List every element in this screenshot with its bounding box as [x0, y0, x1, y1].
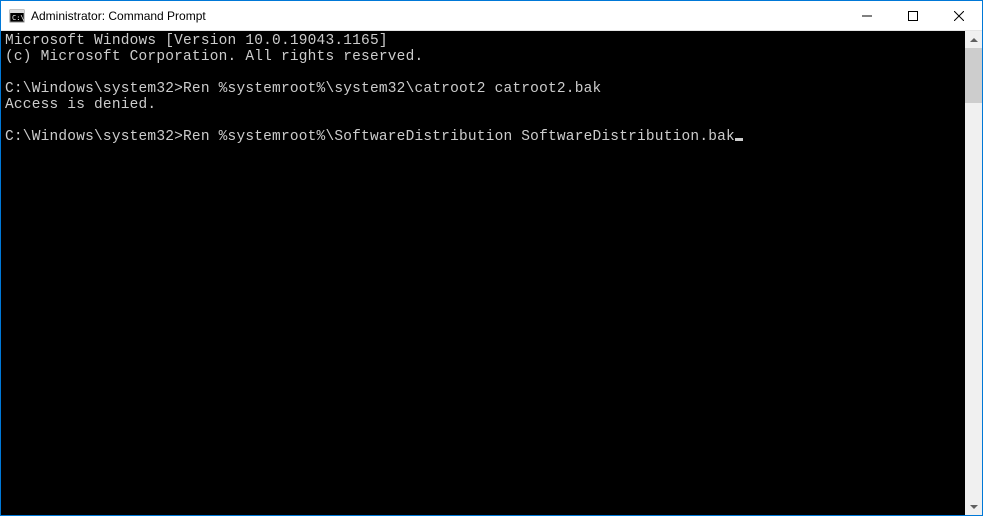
cmd-icon: C:\	[9, 8, 25, 24]
scroll-up-button[interactable]	[965, 31, 982, 48]
scroll-thumb[interactable]	[965, 48, 982, 103]
window-controls	[844, 1, 982, 30]
window-title: Administrator: Command Prompt	[31, 9, 844, 23]
terminal-area: Microsoft Windows [Version 10.0.19043.11…	[1, 31, 982, 515]
close-button[interactable]	[936, 1, 982, 30]
maximize-button[interactable]	[890, 1, 936, 30]
terminal-line: Microsoft Windows [Version 10.0.19043.11…	[5, 33, 388, 49]
terminal-output: Access is denied.	[5, 97, 156, 113]
window: C:\ Administrator: Command Prompt Micros…	[1, 1, 982, 515]
titlebar[interactable]: C:\ Administrator: Command Prompt	[1, 1, 982, 31]
terminal-prompt: C:\Windows\system32>	[5, 129, 183, 145]
text-cursor	[735, 138, 743, 141]
terminal-command: Ren %systemroot%\SoftwareDistribution So…	[183, 129, 735, 145]
terminal-command: Ren %systemroot%\system32\catroot2 catro…	[183, 81, 601, 97]
scroll-track[interactable]	[965, 48, 982, 498]
minimize-button[interactable]	[844, 1, 890, 30]
terminal-line: (c) Microsoft Corporation. All rights re…	[5, 49, 423, 65]
terminal[interactable]: Microsoft Windows [Version 10.0.19043.11…	[1, 31, 965, 515]
vertical-scrollbar[interactable]	[965, 31, 982, 515]
scroll-down-button[interactable]	[965, 498, 982, 515]
svg-text:C:\: C:\	[12, 14, 25, 22]
terminal-prompt: C:\Windows\system32>	[5, 81, 183, 97]
